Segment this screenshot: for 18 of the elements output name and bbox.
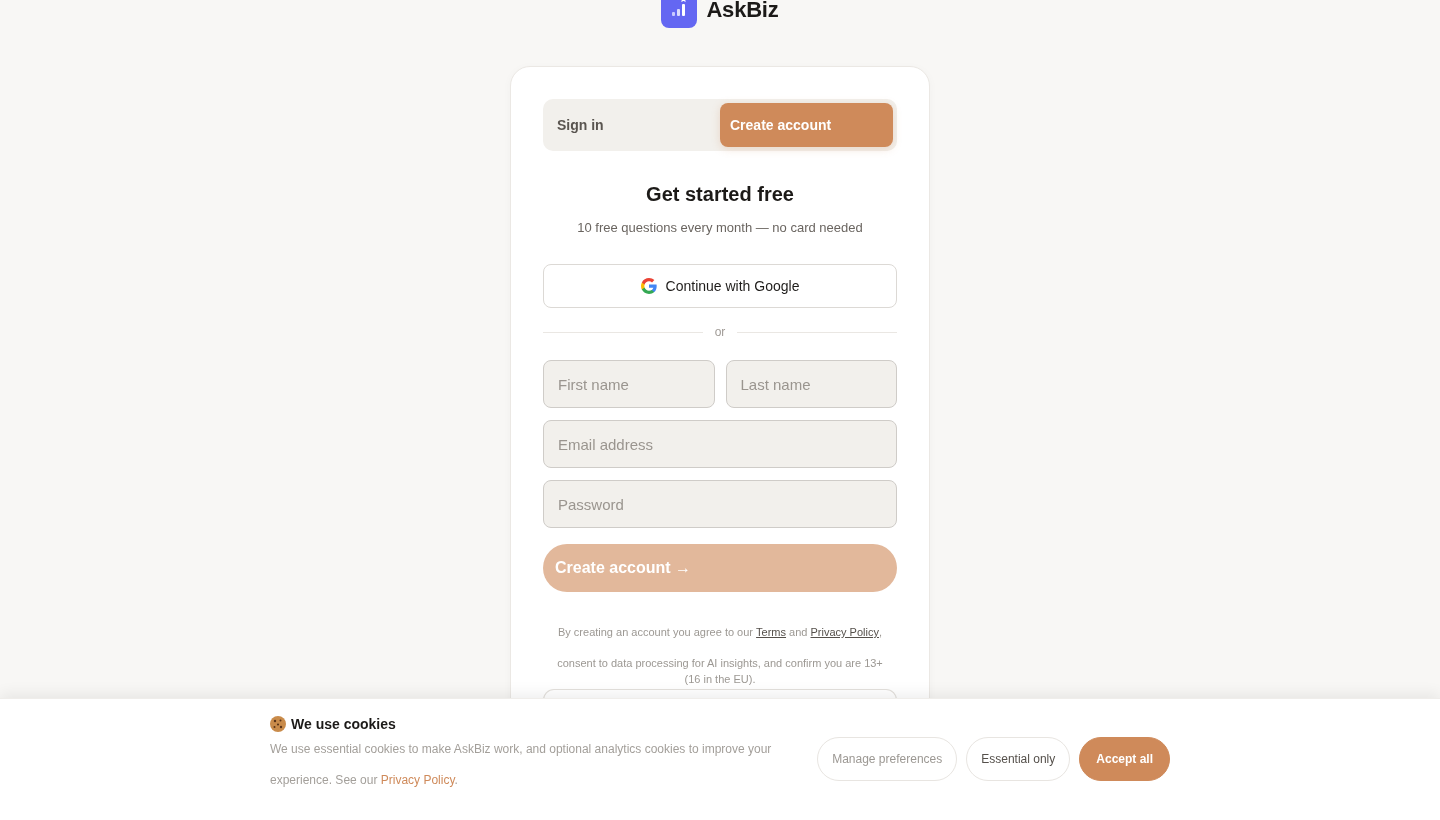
input-field[interactable]: Last name	[725, 360, 897, 408]
input-field[interactable]: Email address	[543, 420, 897, 468]
form-title: Get started free	[645, 182, 795, 206]
privacy-policy-link[interactable]: Privacy Policy	[810, 624, 879, 640]
divider-label: or	[713, 325, 727, 339]
google-g-icon	[640, 278, 657, 294]
cookie-icon	[270, 716, 286, 732]
terms-link[interactable]: Terms	[756, 624, 787, 640]
cookie-title: We use cookies	[291, 716, 396, 732]
input-field[interactable]: First name	[543, 360, 715, 408]
essential-button[interactable]: Essential only	[966, 737, 1071, 781]
form-subtitle: 10 free questions every month — no card needed	[576, 220, 864, 236]
legal-text: By creating an account you agree to our Terms and Privacy Policy, consent to data processing for AI insights, and confirm you are 13+ (16 in the EU).	[556, 624, 884, 687]
brand-name: AskBiz	[706, 0, 779, 23]
cookie-description: We use essential cookies to make AskBiz work, and optional analytics cookies to improve your experience. See our Privacy Policy.	[270, 741, 773, 789]
google-signin-button[interactable]: Continue with Google	[543, 264, 897, 308]
input-field[interactable]: Password	[543, 480, 897, 528]
tab[interactable]: Sign in	[547, 103, 720, 147]
